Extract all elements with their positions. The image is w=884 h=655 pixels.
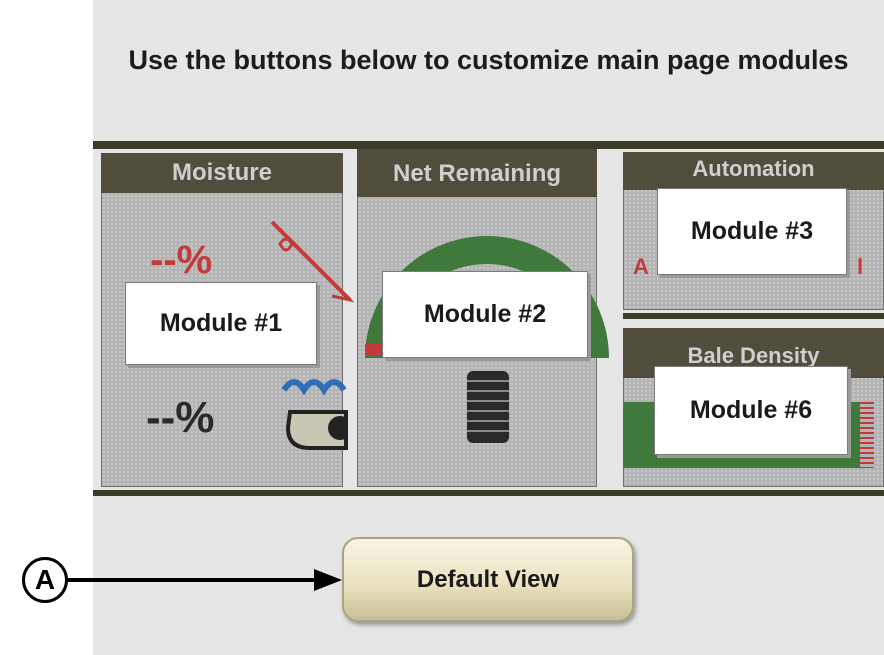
modules-top-band	[93, 141, 884, 149]
net-remaining-header: Net Remaining	[357, 149, 597, 197]
moisture-value-top: --%	[150, 238, 213, 282]
module-2-button[interactable]: Module #2	[382, 271, 588, 358]
automation-divider-band	[623, 313, 884, 319]
automation-header: Automation	[623, 152, 884, 190]
module-6-button[interactable]: Module #6	[654, 366, 848, 455]
net-roll-icon	[467, 371, 509, 443]
bale-density-scale	[860, 402, 874, 468]
moisture-header: Moisture	[101, 153, 343, 193]
automation-partial-right: l	[857, 254, 864, 279]
instruction-text: Use the buttons below to customize main …	[128, 45, 849, 75]
modules-bottom-band	[93, 490, 884, 496]
callout-arrow	[68, 569, 342, 591]
moisture-value-bottom: --%	[146, 393, 215, 442]
module-3-button[interactable]: Module #3	[657, 188, 847, 275]
automation-partial-left: A	[633, 254, 649, 279]
default-view-button[interactable]: Default View	[342, 537, 634, 622]
water-wave-icon	[281, 379, 348, 450]
module-1-button[interactable]: Module #1	[125, 282, 317, 365]
callout-a: A	[22, 557, 68, 603]
